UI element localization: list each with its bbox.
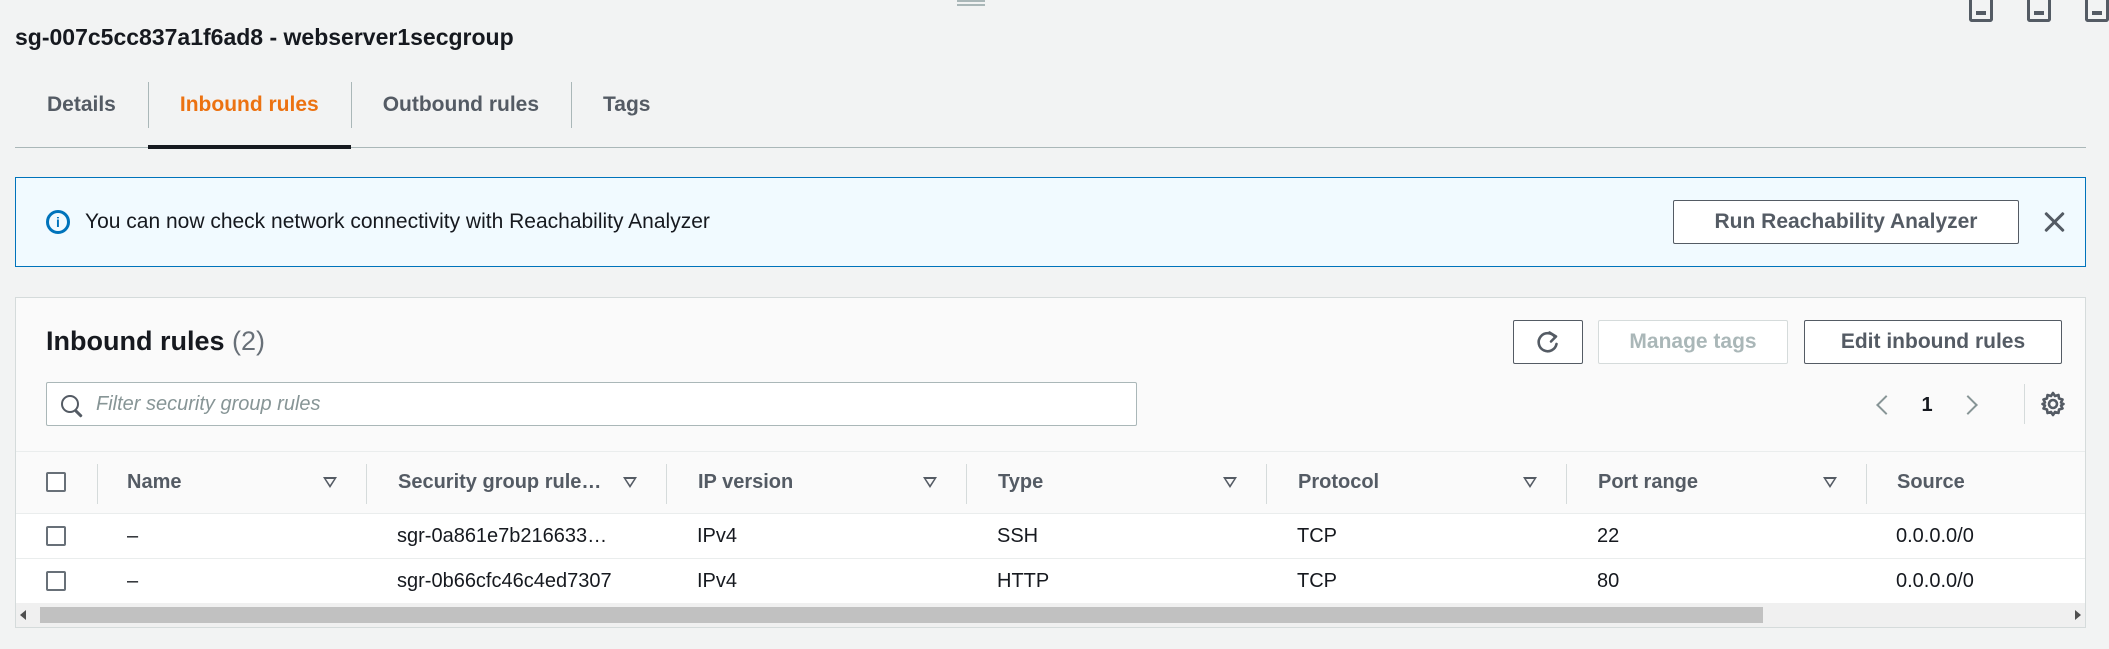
- column-header-rule-id[interactable]: Security group rule…: [398, 452, 601, 513]
- column-divider[interactable]: [666, 464, 667, 504]
- cell-type: SSH: [997, 524, 1039, 547]
- cell-ip-version: IPv4: [697, 569, 738, 592]
- cell-name: –: [127, 569, 139, 592]
- pagination: 1: [1871, 390, 1983, 420]
- divider: [2024, 384, 2025, 424]
- sort-caret-icon[interactable]: [1523, 477, 1537, 488]
- cell-protocol: TCP: [1297, 524, 1337, 547]
- sort-caret-icon[interactable]: [623, 477, 637, 488]
- cell-rule-id: sgr-0a861e7b216633…: [397, 524, 608, 547]
- cell-port-range: 22: [1597, 524, 1620, 547]
- search-icon: [61, 395, 79, 413]
- column-header-type[interactable]: Type: [998, 452, 1043, 513]
- row-select-checkbox[interactable]: [46, 526, 66, 546]
- column-divider[interactable]: [1866, 464, 1867, 504]
- current-page-number[interactable]: 1: [1897, 394, 1957, 417]
- column-header-port-range[interactable]: Port range: [1598, 452, 1698, 513]
- table-header-row: Name Security group rule… IP version Typ…: [16, 451, 2085, 514]
- table-row[interactable]: – sgr-0a861e7b216633… IPv4 SSH TCP 22 0.…: [16, 514, 2085, 559]
- inbound-rules-table-container: Inbound rules (2) Manage tags Edit inbou…: [15, 297, 2086, 628]
- scrollbar-thumb[interactable]: [40, 607, 1763, 623]
- tab-outbound-rules[interactable]: Outbound rules: [350, 78, 571, 148]
- cell-name: –: [127, 524, 139, 547]
- cell-rule-id: sgr-0b66cfc46c4ed7307: [397, 569, 612, 592]
- column-divider: [97, 464, 98, 504]
- column-header-ip-version[interactable]: IP version: [698, 452, 793, 513]
- banner-message: You can now check network connectivity w…: [85, 210, 710, 233]
- sort-caret-icon[interactable]: [923, 477, 937, 488]
- cell-port-range: 80: [1597, 569, 1620, 592]
- scroll-right-arrow-icon[interactable]: [2075, 610, 2081, 620]
- info-icon: i: [46, 210, 70, 234]
- cell-protocol: TCP: [1297, 569, 1337, 592]
- layout-full-panel-icon[interactable]: [2085, 0, 2109, 22]
- cell-source: 0.0.0.0/0: [1896, 569, 1974, 592]
- run-reachability-analyzer-button[interactable]: Run Reachability Analyzer: [1673, 200, 2019, 244]
- column-divider[interactable]: [1566, 464, 1567, 504]
- horizontal-scrollbar[interactable]: [16, 603, 2085, 627]
- info-banner: i You can now check network connectivity…: [15, 177, 2086, 267]
- column-divider[interactable]: [966, 464, 967, 504]
- cell-type: HTTP: [997, 569, 1050, 592]
- table-count: (2): [232, 326, 266, 356]
- sort-caret-icon[interactable]: [1823, 477, 1837, 488]
- tab-bar: Details Inbound rules Outbound rules Tag…: [15, 78, 2086, 149]
- edit-inbound-rules-button[interactable]: Edit inbound rules: [1804, 320, 2062, 364]
- column-header-protocol[interactable]: Protocol: [1298, 452, 1379, 513]
- column-divider[interactable]: [1266, 464, 1267, 504]
- panel-layout-controls: [1969, 0, 2109, 22]
- panel-drag-handle[interactable]: [957, 0, 985, 8]
- refresh-icon: [1537, 331, 1558, 353]
- tab-inbound-rules[interactable]: Inbound rules: [147, 78, 351, 149]
- layout-bottom-panel-icon[interactable]: [1969, 0, 1993, 22]
- chevron-left-icon[interactable]: [1876, 395, 1896, 415]
- row-select-checkbox[interactable]: [46, 571, 66, 591]
- tab-tags[interactable]: Tags: [571, 78, 682, 148]
- refresh-button[interactable]: [1513, 320, 1583, 364]
- table-title: Inbound rules (2): [46, 326, 265, 357]
- sort-caret-icon[interactable]: [1223, 477, 1237, 488]
- cell-ip-version: IPv4: [697, 524, 738, 547]
- manage-tags-button[interactable]: Manage tags: [1598, 320, 1788, 364]
- cell-source: 0.0.0.0/0: [1896, 524, 1974, 547]
- column-header-source[interactable]: Source: [1897, 452, 1965, 513]
- chevron-right-icon[interactable]: [1958, 395, 1978, 415]
- tab-details[interactable]: Details: [15, 78, 148, 148]
- filter-search-box: [46, 382, 1137, 426]
- scroll-left-arrow-icon[interactable]: [20, 610, 26, 620]
- select-all-checkbox[interactable]: [46, 472, 66, 492]
- layout-split-panel-icon[interactable]: [2027, 0, 2051, 22]
- column-divider[interactable]: [366, 464, 367, 504]
- table-row[interactable]: – sgr-0b66cfc46c4ed7307 IPv4 HTTP TCP 80…: [16, 559, 2085, 604]
- security-group-panel: sg-007c5cc837a1f6ad8 - webserver1secgrou…: [0, 0, 2109, 649]
- page-title: sg-007c5cc837a1f6ad8 - webserver1secgrou…: [15, 24, 514, 50]
- filter-rules-input[interactable]: [96, 392, 1096, 416]
- column-header-name[interactable]: Name: [127, 452, 181, 513]
- close-icon[interactable]: [2039, 207, 2069, 237]
- table-title-text: Inbound rules: [46, 326, 225, 356]
- sort-caret-icon[interactable]: [323, 477, 337, 488]
- gear-icon[interactable]: [2039, 390, 2067, 418]
